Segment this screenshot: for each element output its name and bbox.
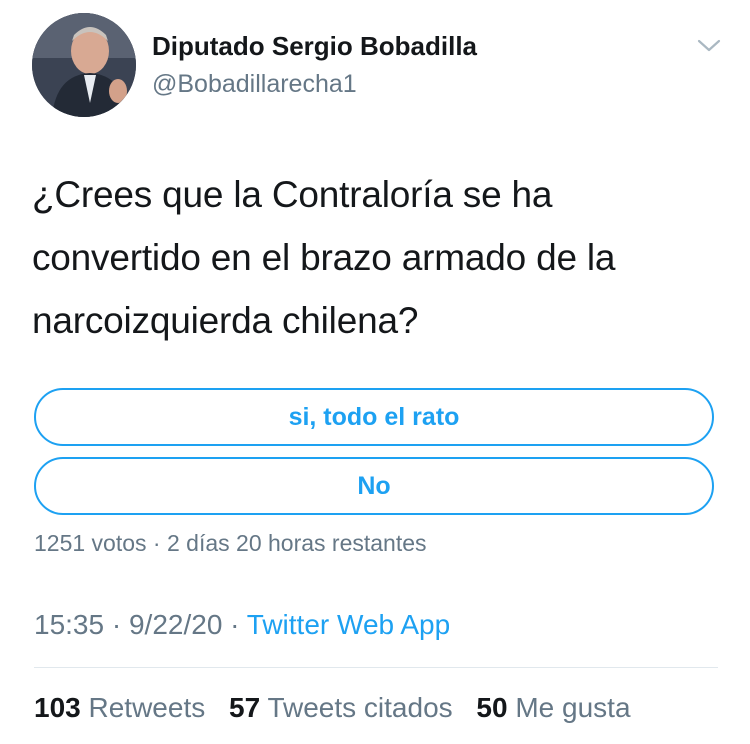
author-name[interactable]: Diputado Sergio Bobadilla <box>152 31 477 62</box>
retweets-count: 103 <box>34 692 81 723</box>
divider <box>34 667 718 668</box>
likes-stat[interactable]: 50 Me gusta <box>476 692 630 723</box>
likes-label: Me gusta <box>515 692 631 723</box>
tweet-date[interactable]: 9/22/20 <box>129 609 222 640</box>
chevron-down-icon[interactable] <box>694 33 724 57</box>
tweet-meta: 15:35 · 9/22/20 · Twitter Web App <box>34 609 450 641</box>
quotes-count: 57 <box>229 692 261 723</box>
avatar[interactable] <box>32 13 136 117</box>
tweet-text: ¿Crees que la Contraloría se ha converti… <box>32 174 616 341</box>
poll-separator: · <box>152 530 161 556</box>
tweet-app-link[interactable]: Twitter Web App <box>247 609 450 640</box>
poll-option-1[interactable]: si, todo el rato <box>34 388 714 446</box>
poll-option-2[interactable]: No <box>34 457 714 515</box>
quotes-label: Tweets citados <box>267 692 453 723</box>
tweet-time[interactable]: 15:35 <box>34 609 104 640</box>
author-handle[interactable]: @Bobadillarecha1 <box>152 70 357 99</box>
retweets-label: Retweets <box>88 692 206 723</box>
meta-separator: · <box>111 609 122 640</box>
poll-votes: 1251 votos <box>34 530 147 556</box>
likes-count: 50 <box>476 692 508 723</box>
quotes-stat[interactable]: 57 Tweets citados <box>229 692 453 723</box>
poll-meta: 1251 votos · 2 días 20 horas restantes <box>34 530 427 557</box>
tweet-stats: 103 Retweets 57 Tweets citados 50 Me gus… <box>34 692 631 724</box>
poll-time-left: 2 días 20 horas restantes <box>166 530 427 556</box>
meta-separator-2: · <box>230 609 240 640</box>
retweets-stat[interactable]: 103 Retweets <box>34 692 205 723</box>
